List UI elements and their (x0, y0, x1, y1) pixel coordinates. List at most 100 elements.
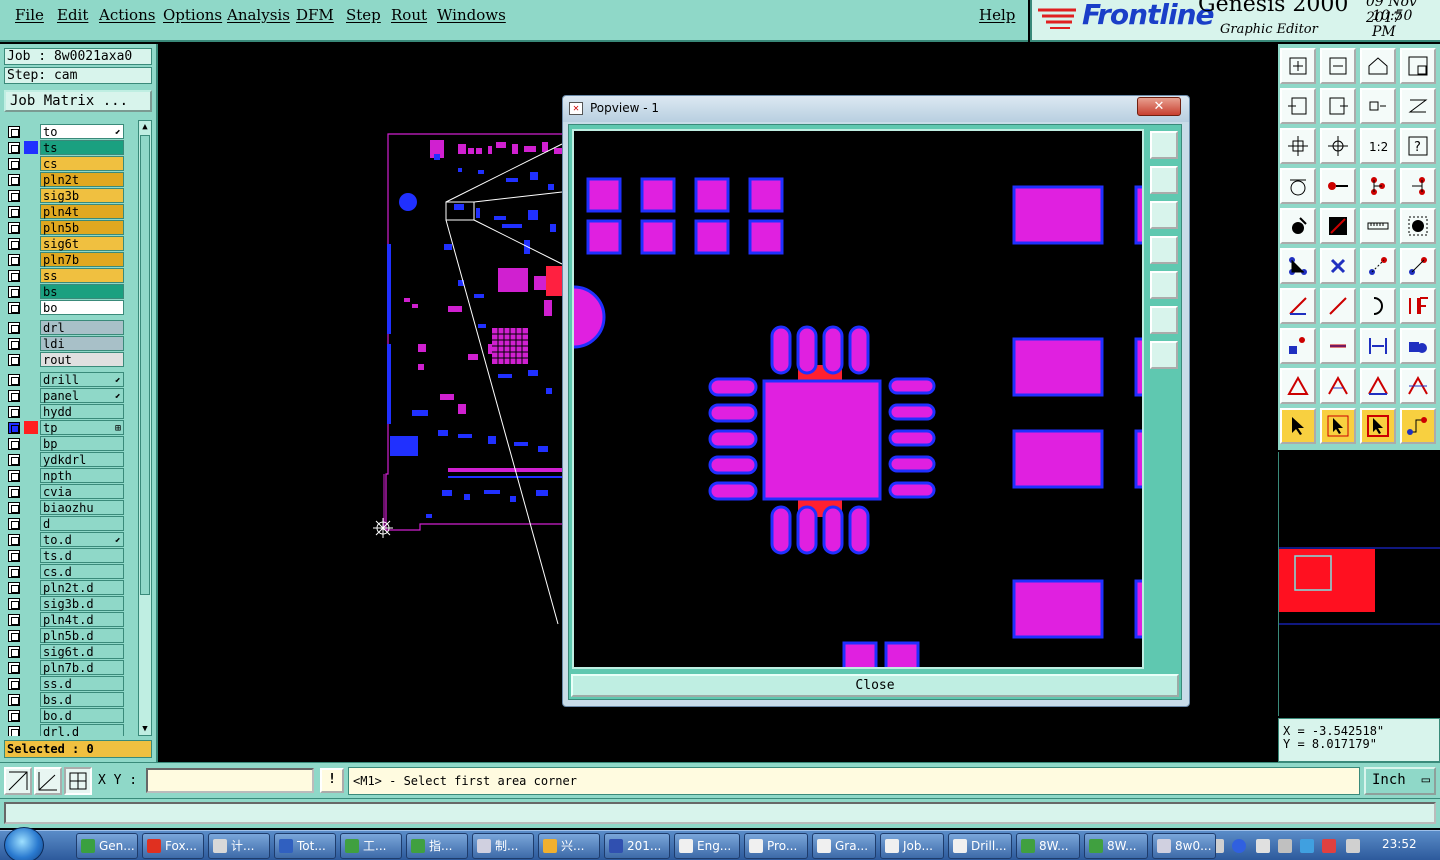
layer-checkbox[interactable] (8, 470, 20, 482)
menu-file[interactable]: File (15, 6, 44, 24)
center-icon[interactable] (1320, 128, 1356, 164)
pan-left-icon[interactable] (1280, 88, 1316, 124)
layer-name[interactable]: hydd (40, 404, 124, 419)
layer-color-swatch[interactable] (24, 189, 38, 202)
xy-input[interactable] (146, 768, 314, 793)
layer-name[interactable]: pln4t.d (40, 612, 124, 627)
layer-color-swatch[interactable] (24, 645, 38, 658)
layer-name[interactable]: bo (40, 300, 124, 315)
layer-row-bs[interactable]: bs (4, 284, 138, 299)
layer-color-swatch[interactable] (24, 405, 38, 418)
layer-row-pln4t-d[interactable]: pln4t.d (4, 612, 138, 627)
layer-row-bo[interactable]: bo (4, 300, 138, 315)
layer-color-swatch[interactable] (24, 321, 38, 334)
pan-right-icon[interactable] (1320, 88, 1356, 124)
layer-color-swatch[interactable] (24, 581, 38, 594)
layer-color-swatch[interactable] (24, 469, 38, 482)
layer-color-swatch[interactable] (24, 173, 38, 186)
layer-name[interactable]: pln7b.d (40, 660, 124, 675)
layer-checkbox[interactable] (8, 158, 20, 170)
layer-row-rout[interactable]: rout (4, 352, 138, 367)
layer-color-swatch[interactable] (24, 337, 38, 350)
taskbar-task[interactable]: Pro... (744, 833, 808, 859)
layer-row-cvia[interactable]: cvia (4, 484, 138, 499)
triangle-fill-icon[interactable] (1360, 368, 1396, 404)
popview-close-button[interactable]: Close (571, 674, 1179, 697)
probe-icon[interactable] (1320, 168, 1356, 204)
layer-name[interactable]: sig6t.d (40, 644, 124, 659)
layer-name[interactable]: pln7b (40, 252, 124, 267)
warning-button[interactable]: ! (320, 768, 344, 793)
layer-checkbox[interactable] (8, 254, 20, 266)
layer-color-swatch[interactable] (24, 485, 38, 498)
layer-row-ss[interactable]: ss (4, 268, 138, 283)
popview-zoom-home-icon[interactable] (1150, 306, 1178, 334)
layer-row-pln2t-d[interactable]: pln2t.d (4, 580, 138, 595)
volume-icon[interactable] (1346, 839, 1360, 853)
pointer-icon[interactable] (1280, 408, 1316, 444)
layer-checkbox[interactable] (8, 390, 20, 402)
layer-checkbox[interactable] (8, 286, 20, 298)
layer-checkbox[interactable] (8, 190, 20, 202)
move-icon[interactable] (1360, 248, 1396, 284)
taskbar-task[interactable]: Gen... (76, 833, 138, 859)
add-pad-icon[interactable] (1280, 328, 1316, 364)
taskbar-task[interactable]: 兴... (538, 833, 600, 859)
group-icon[interactable] (1400, 328, 1436, 364)
taskbar-task[interactable]: Job... (880, 833, 944, 859)
layer-list-scrollbar[interactable]: ▲ ▼ (138, 120, 152, 736)
layer-checkbox[interactable] (8, 646, 20, 658)
taskbar-task[interactable]: Eng... (674, 833, 740, 859)
layer-name[interactable]: to.d ⬋ (40, 532, 124, 547)
triangle-alt-icon[interactable] (1320, 368, 1356, 404)
layer-color-swatch[interactable] (24, 613, 38, 626)
slant-icon[interactable] (1280, 288, 1316, 324)
menu-actions[interactable]: Actions (99, 6, 155, 24)
layer-row-hydd[interactable]: hydd (4, 404, 138, 419)
popview-zoom-in-icon[interactable] (1150, 166, 1178, 194)
layer-name[interactable]: npth (40, 468, 124, 483)
layer-name[interactable]: ts (40, 140, 124, 155)
layer-row-sig6t[interactable]: sig6t (4, 236, 138, 251)
layer-checkbox[interactable] (8, 550, 20, 562)
stretch-icon[interactable] (1360, 328, 1396, 364)
layer-checkbox[interactable] (8, 302, 20, 314)
taskbar-task[interactable]: Drill... (948, 833, 1012, 859)
network-icon[interactable] (1256, 839, 1270, 853)
layer-color-swatch[interactable] (24, 725, 38, 736)
layer-color-swatch[interactable] (24, 125, 38, 138)
popview-titlebar[interactable]: ✕ Popview - 1 (563, 96, 1189, 122)
layer-row-sig3b-d[interactable]: sig3b.d (4, 596, 138, 611)
layer-color-swatch[interactable] (24, 285, 38, 298)
layer-color-swatch[interactable] (24, 629, 38, 642)
layer-row-bo-d[interactable]: bo.d (4, 708, 138, 723)
layer-row-ts-d[interactable]: ts.d (4, 548, 138, 563)
layer-color-swatch[interactable] (24, 389, 38, 402)
layer-color-swatch[interactable] (24, 693, 38, 706)
layer-row-sig6t-d[interactable]: sig6t.d (4, 644, 138, 659)
taskbar-task[interactable]: Gra... (812, 833, 876, 859)
layer-name[interactable]: drl (40, 320, 124, 335)
popview-center-icon[interactable] (1150, 341, 1178, 369)
layer-checkbox[interactable] (8, 710, 20, 722)
menu-rout[interactable]: Rout (391, 6, 427, 24)
net-red-icon[interactable] (1360, 168, 1396, 204)
layer-checkbox[interactable] (8, 726, 20, 736)
layer-name[interactable]: drill ⬋ (40, 372, 124, 387)
taskbar-task[interactable]: 201... (604, 833, 670, 859)
snap-grid-icon[interactable] (4, 767, 32, 795)
layer-checkbox[interactable] (8, 322, 20, 334)
layer-checkbox[interactable] (8, 406, 20, 418)
scale-icon[interactable]: 1:2 (1360, 128, 1396, 164)
layer-checkbox[interactable] (8, 678, 20, 690)
layer-name[interactable]: bs.d (40, 692, 124, 707)
menu-analysis[interactable]: Analysis (227, 6, 290, 24)
select-icon[interactable] (1280, 208, 1316, 244)
layer-row-ldi[interactable]: ldi (4, 336, 138, 351)
help-icon[interactable]: ? (1400, 128, 1436, 164)
popview-pan-right-icon[interactable] (1150, 271, 1178, 299)
connect-icon[interactable] (1280, 248, 1316, 284)
layer-color-swatch[interactable] (24, 221, 38, 234)
popview-pan-left-icon[interactable] (1150, 236, 1178, 264)
taskbar-task[interactable]: 8w0... (1152, 833, 1216, 859)
